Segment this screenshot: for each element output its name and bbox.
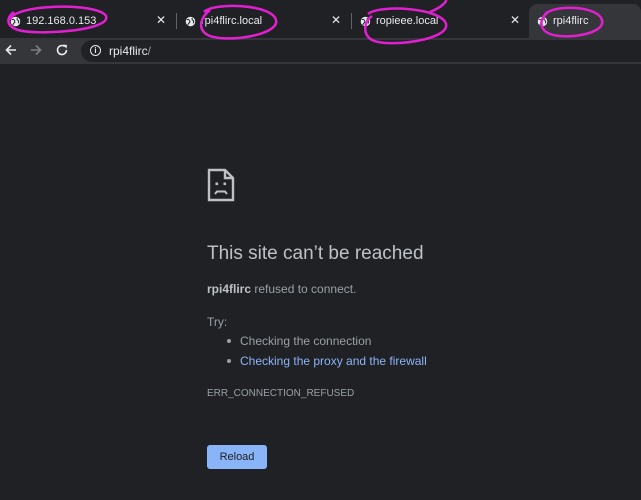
arrow-left-icon — [5, 44, 16, 56]
tab-rpi4flirc-local[interactable]: rpi4flirc.local ✕ — [177, 4, 349, 38]
globe-icon — [185, 16, 196, 26]
sad-page-icon — [207, 168, 235, 202]
tab-ropieee-local[interactable]: ropieee.local ✕ — [352, 4, 528, 38]
toolbar: i rpi4flirc/ — [0, 38, 641, 64]
globe-icon — [10, 16, 21, 26]
reload-toolbar-button[interactable] — [54, 43, 70, 59]
tab-192-168-0-153[interactable]: 192.168.0.153 ✕ — [2, 4, 174, 38]
reload-icon — [56, 44, 68, 56]
arrow-right-icon — [31, 44, 42, 56]
globe-icon — [360, 16, 371, 26]
error-description-text: refused to connect. — [251, 282, 357, 296]
try-label: Try: — [207, 315, 228, 329]
reload-button[interactable]: Reload — [207, 445, 267, 469]
error-description: rpi4flirc refused to connect. — [207, 282, 356, 296]
suggestions-list: Checking the connection Checking the pro… — [224, 333, 427, 373]
close-tab-icon[interactable]: ✕ — [154, 13, 168, 27]
tab-rpi4flirc[interactable]: rpi4flirc — [529, 4, 641, 38]
bullet — [227, 339, 231, 343]
url-text[interactable]: rpi4flirc/ — [109, 44, 151, 58]
suggestion-text[interactable]: Checking the proxy and the firewall — [240, 354, 427, 368]
close-tab-icon[interactable]: ✕ — [508, 13, 522, 27]
error-host: rpi4flirc — [207, 282, 252, 296]
tab-title: ropieee.local — [376, 15, 439, 27]
url-host: rpi4flirc — [109, 44, 148, 58]
error-headline: This site can’t be reached — [207, 243, 424, 264]
error-page: This site can’t be reached rpi4flirc ref… — [0, 64, 641, 500]
suggestion-check-connection: Checking the connection — [224, 333, 427, 353]
error-code: ERR_CONNECTION_REFUSED — [207, 388, 355, 399]
forward-button[interactable] — [28, 43, 44, 59]
close-tab-icon[interactable]: ✕ — [329, 13, 343, 27]
suggestion-check-proxy-link[interactable]: Checking the proxy and the firewall — [224, 353, 427, 373]
tab-bar: 192.168.0.153 ✕ rpi4flirc.local ✕ ropiee… — [0, 0, 641, 38]
tab-title: 192.168.0.153 — [26, 15, 97, 27]
tab-title: rpi4flirc.local — [201, 15, 263, 27]
url-path: / — [147, 44, 152, 58]
address-bar[interactable]: i rpi4flirc/ — [81, 40, 641, 62]
globe-icon — [537, 16, 548, 26]
bullet — [227, 359, 231, 363]
tab-title: rpi4flirc — [553, 15, 589, 27]
suggestion-text: Checking the connection — [240, 334, 372, 348]
back-button[interactable] — [3, 43, 19, 59]
info-icon[interactable]: i — [90, 45, 101, 56]
